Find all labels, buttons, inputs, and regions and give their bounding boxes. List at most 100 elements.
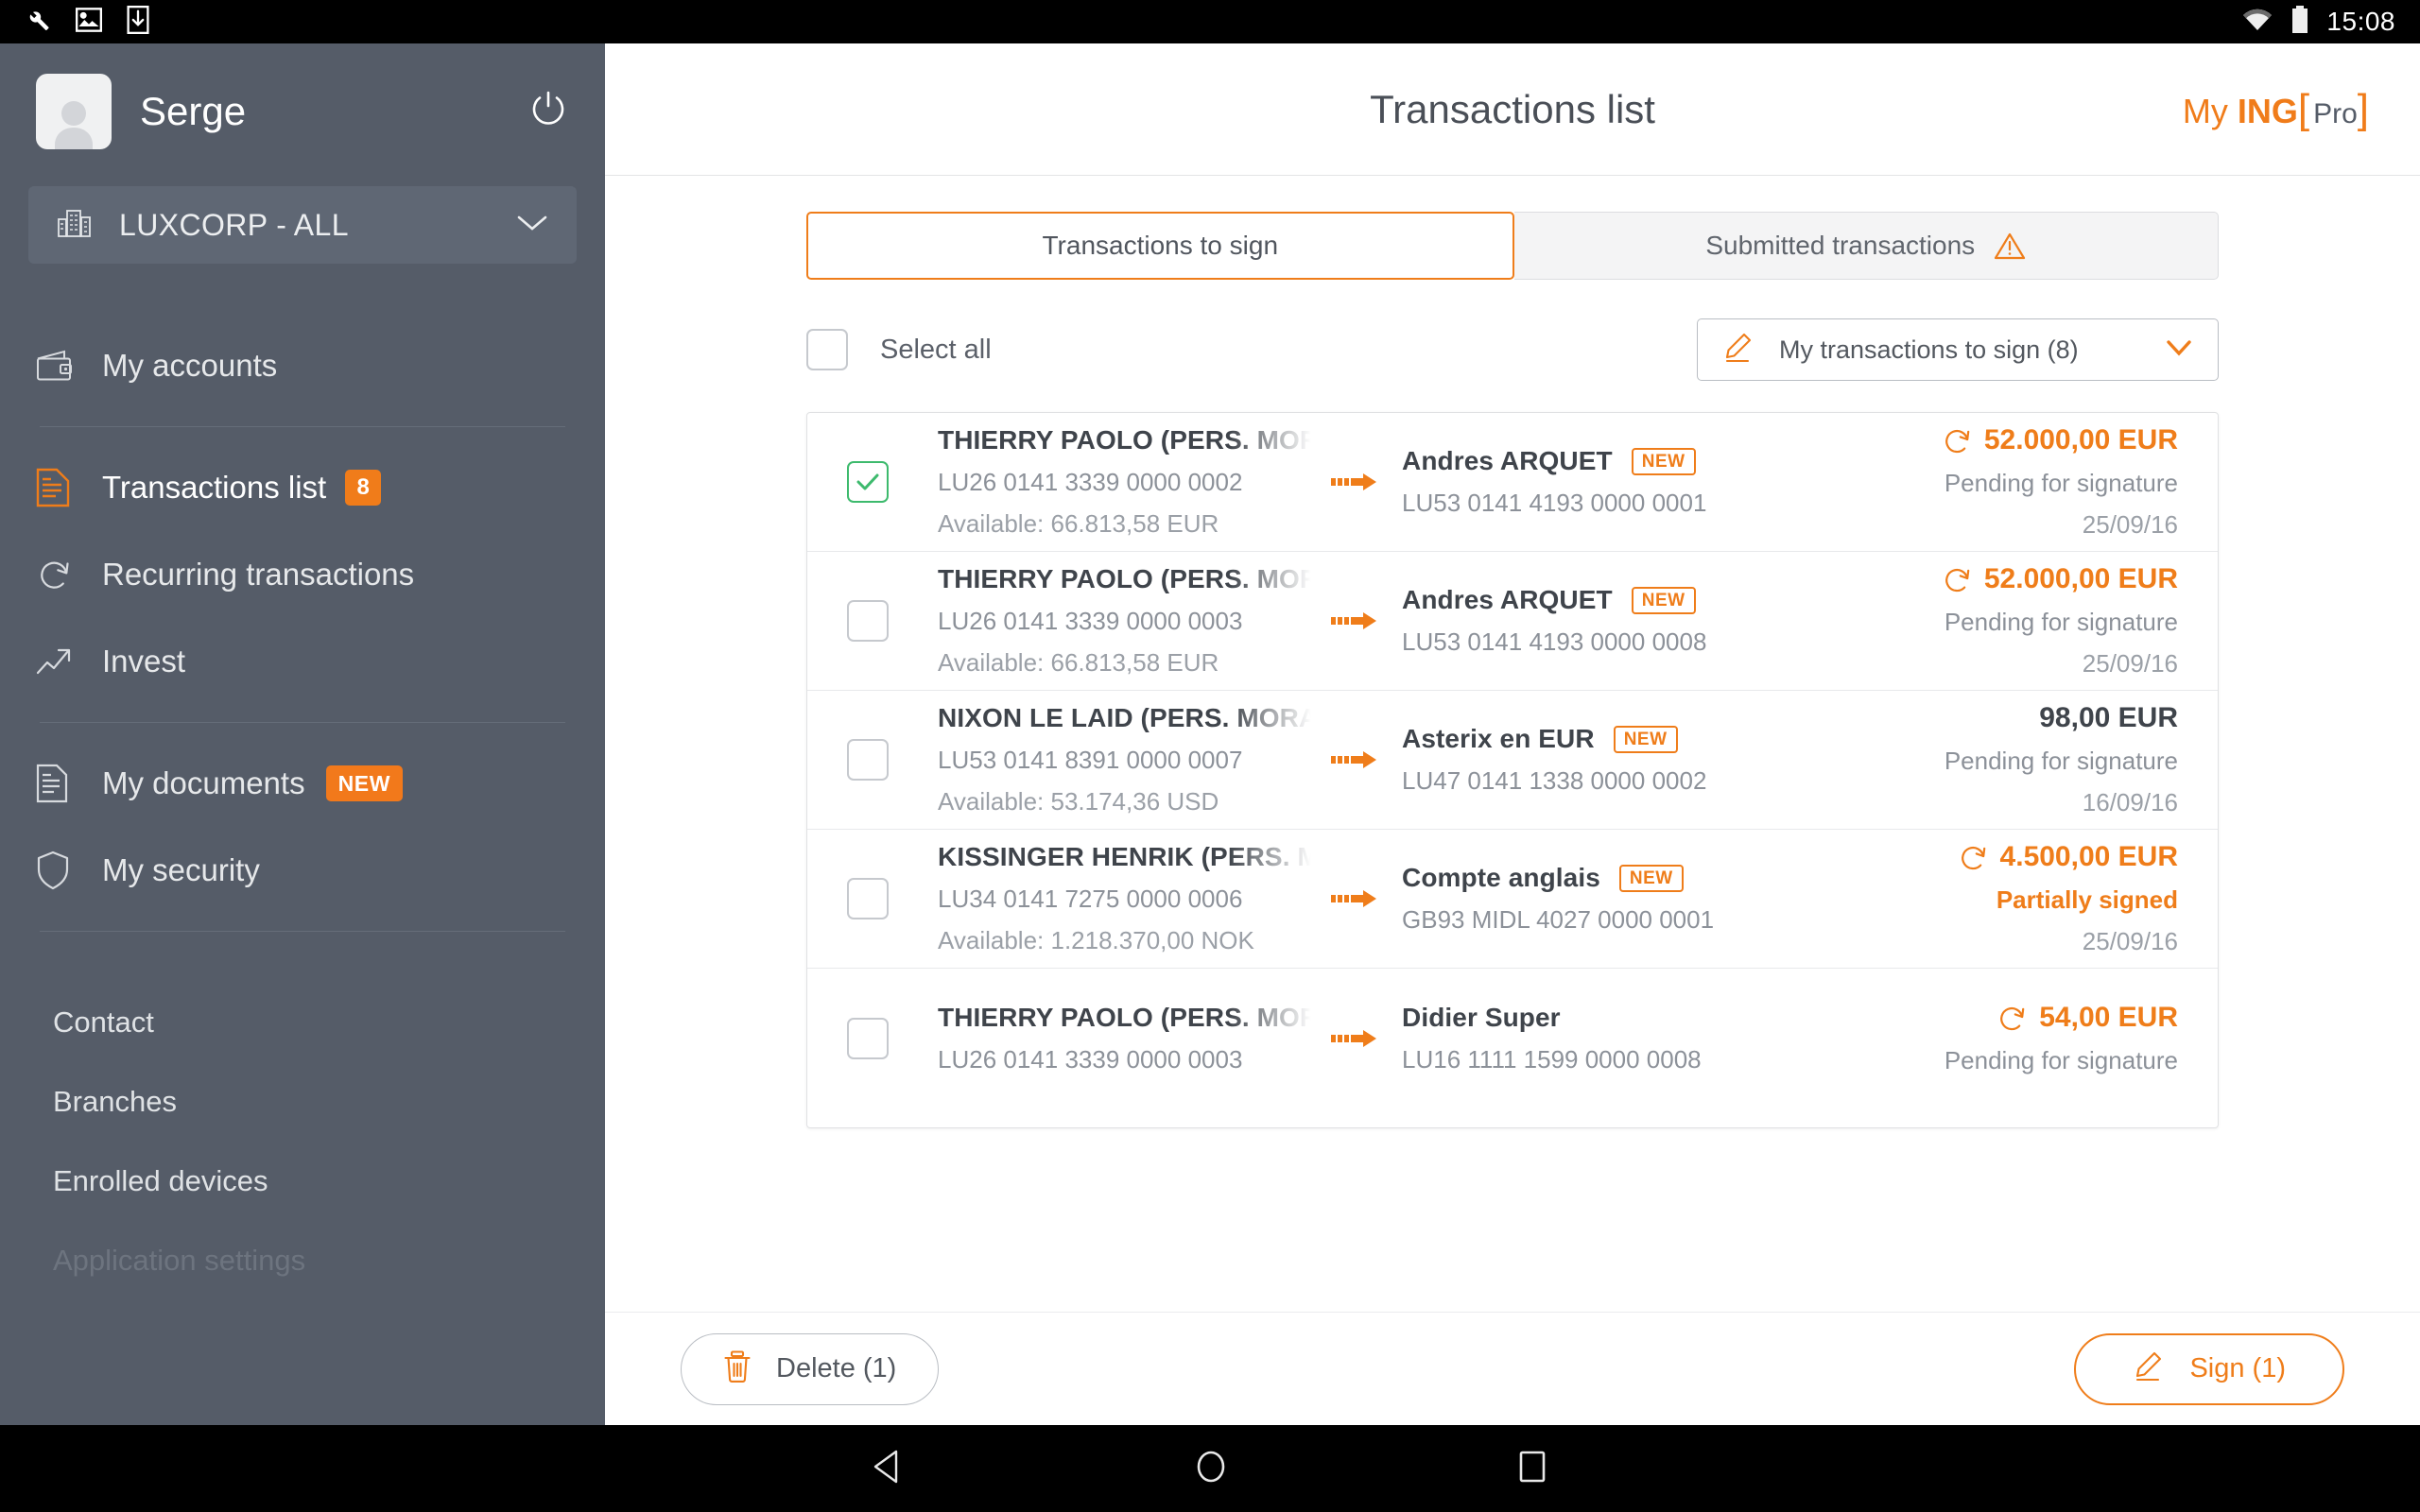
- sidebar-item-my-security[interactable]: My security: [0, 827, 605, 914]
- debtor-available: Available: 1.218.370,00 NOK: [938, 926, 1254, 954]
- amount: 52.000,00 EUR: [1983, 563, 2178, 594]
- debtor-available: Available: 53.174,36 USD: [938, 787, 1219, 816]
- main-panel: Transactions list My ING [ Pro ] Transac…: [605, 43, 2420, 1425]
- row-creditor: Asterix en EUR NEW LU47 0141 1338 0000 0…: [1402, 724, 1866, 796]
- date-text: 25/09/16: [2082, 510, 2178, 539]
- sidebar-item-label: My accounts: [102, 348, 278, 383]
- row-checkbox-cell: [847, 739, 938, 781]
- row-creditor: Andres ARQUET NEW LU53 0141 4193 0000 00…: [1402, 446, 1866, 518]
- sidebar-item-label: Transactions list: [102, 470, 327, 505]
- brand-pro: Pro: [2313, 97, 2358, 129]
- android-nav-bar: [0, 1425, 2420, 1512]
- row-amount-cell: 98,00 EUR Pending for signature 16/09/16: [1866, 702, 2178, 817]
- sidebar-divider: [40, 931, 565, 932]
- sidebar-link-contact[interactable]: Contact: [0, 983, 605, 1062]
- row-checkbox-cell: [847, 1017, 938, 1059]
- trash-icon: [723, 1350, 752, 1387]
- row-debtor: NIXON LE LAID (PERS. MORA LU53 0141 8391…: [938, 703, 1311, 816]
- documents-new-tag: NEW: [325, 765, 404, 801]
- organisation-selector[interactable]: LUXCORP - ALL: [28, 186, 577, 264]
- chevron-down-icon[interactable]: [516, 213, 548, 238]
- organisation-label: LUXCORP - ALL: [119, 207, 349, 242]
- sidebar-link-enrolled-devices[interactable]: Enrolled devices: [0, 1142, 605, 1221]
- debtor-iban: LU26 0141 3339 0000 0003: [938, 1044, 1243, 1074]
- sidebar-link-label: Branches: [53, 1085, 177, 1118]
- sidebar-link-label: Contact: [53, 1005, 154, 1039]
- creditor-iban: LU47 0141 1338 0000 0002: [1402, 766, 1707, 795]
- app-screen: 15:08 Serge LUXCORP - ALL My accounts Tr…: [0, 0, 2420, 1512]
- brand-my: My: [2182, 91, 2228, 130]
- chevron-down-icon[interactable]: [2165, 338, 2193, 362]
- warning-triangle-icon: [1994, 232, 2026, 260]
- recurring-icon: [1943, 425, 1973, 455]
- tab-transactions-to-sign[interactable]: Transactions to sign: [806, 212, 1514, 280]
- sidebar-item-transactions-list[interactable]: Transactions list 8: [0, 444, 605, 531]
- table-row[interactable]: THIERRY PAOLO (PERS. MOR LU26 0141 3339 …: [807, 552, 2218, 691]
- sidebar-link-label: Enrolled devices: [53, 1164, 268, 1197]
- sidebar-item-my-accounts[interactable]: My accounts: [0, 322, 605, 409]
- row-checkbox[interactable]: [847, 461, 889, 503]
- row-checkbox[interactable]: [847, 878, 889, 919]
- debtor-available: Available: 66.813,58 EUR: [938, 509, 1219, 538]
- table-row[interactable]: THIERRY PAOLO (PERS. MOR LU26 0141 3339 …: [807, 413, 2218, 552]
- status-bar-clock: 15:08: [2326, 7, 2395, 36]
- table-row[interactable]: THIERRY PAOLO (PERS. MOR LU26 0141 3339 …: [807, 969, 2218, 1108]
- document-icon: [36, 764, 79, 803]
- table-row[interactable]: KISSINGER HENRIK (PERS. M LU34 0141 7275…: [807, 830, 2218, 969]
- bracket-close: ]: [2357, 85, 2369, 132]
- debtor-name: THIERRY PAOLO (PERS. MOR: [938, 425, 1311, 455]
- sidebar-link-branches[interactable]: Branches: [0, 1062, 605, 1142]
- sidebar-item-recurring-transactions[interactable]: Recurring transactions: [0, 531, 605, 618]
- recurring-icon: [1997, 1003, 2028, 1033]
- row-checkbox-cell: [847, 600, 938, 642]
- transactions-filter-dropdown[interactable]: My transactions to sign (8): [1697, 318, 2219, 381]
- status-text: Pending for signature: [1944, 1045, 2178, 1074]
- user-name: Serge: [140, 88, 247, 133]
- back-triangle-icon[interactable]: [870, 1447, 908, 1491]
- row-checkbox[interactable]: [847, 739, 889, 781]
- row-debtor: KISSINGER HENRIK (PERS. M LU34 0141 7275…: [938, 842, 1311, 955]
- battery-icon: [2290, 5, 2309, 39]
- table-row[interactable]: NIXON LE LAID (PERS. MORA LU53 0141 8391…: [807, 691, 2218, 830]
- home-circle-icon[interactable]: [1191, 1446, 1231, 1492]
- transactions-list: THIERRY PAOLO (PERS. MOR LU26 0141 3339 …: [806, 412, 2219, 1128]
- trend-up-icon: [36, 645, 79, 678]
- pen-icon: [1722, 332, 1754, 369]
- wrench-icon: [25, 7, 51, 38]
- row-checkbox[interactable]: [847, 600, 889, 642]
- tab-submitted-transactions[interactable]: Submitted transactions: [1513, 212, 2219, 280]
- list-toolbar: Select all My transactions to sign (8): [806, 318, 2219, 381]
- row-creditor: Andres ARQUET NEW LU53 0141 4193 0000 00…: [1402, 585, 1866, 657]
- wallet-icon: [36, 350, 79, 382]
- brand-logo: My ING [ Pro ]: [2183, 86, 2369, 133]
- recents-square-icon[interactable]: [1514, 1446, 1550, 1492]
- sidebar-item-invest[interactable]: Invest: [0, 618, 605, 705]
- avatar[interactable]: [36, 73, 112, 149]
- creditor-name: Compte anglais: [1402, 863, 1600, 892]
- select-all-checkbox[interactable]: [806, 329, 848, 370]
- amount: 54,00 EUR: [2039, 1001, 2178, 1033]
- power-icon[interactable]: [527, 88, 569, 134]
- sidebar-item-my-documents[interactable]: My documents NEW: [0, 740, 605, 827]
- status-text: Pending for signature: [1944, 469, 2178, 497]
- row-checkbox-cell: [847, 461, 938, 503]
- debtor-iban: LU34 0141 7275 0000 0006: [938, 885, 1243, 913]
- debtor-iban: LU53 0141 8391 0000 0007: [938, 746, 1243, 774]
- debtor-name: NIXON LE LAID (PERS. MORA: [938, 703, 1311, 732]
- page-title: Transactions list: [1370, 86, 1655, 131]
- creditor-name: Andres ARQUET: [1402, 585, 1613, 614]
- shield-icon: [36, 850, 79, 890]
- sidebar-item-label: My security: [102, 852, 260, 887]
- date-text: 16/09/16: [2082, 788, 2178, 816]
- sidebar-divider: [40, 426, 565, 427]
- status-text: Pending for signature: [1944, 747, 2178, 775]
- building-icon: [57, 208, 93, 243]
- transfer-arrow-icon: [1311, 609, 1402, 633]
- sidebar-link-application-settings[interactable]: Application settings: [0, 1221, 605, 1300]
- delete-button[interactable]: Delete (1): [681, 1332, 940, 1405]
- debtor-available: Available: 66.813,58 EUR: [938, 648, 1219, 677]
- sign-button[interactable]: Sign (1): [2074, 1332, 2344, 1405]
- row-checkbox[interactable]: [847, 1017, 889, 1059]
- transfer-arrow-icon: [1311, 886, 1402, 911]
- page-header: Transactions list My ING [ Pro ]: [605, 43, 2420, 176]
